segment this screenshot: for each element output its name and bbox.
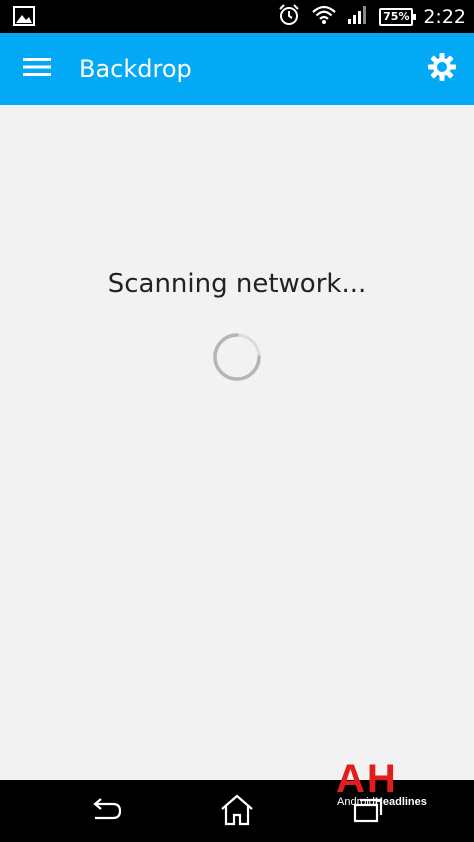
gear-icon <box>427 52 457 86</box>
app-bar: Backdrop <box>0 33 474 105</box>
main-content: Scanning network... <box>0 105 474 780</box>
watermark-word-headlines: Headlines <box>374 796 427 808</box>
back-icon <box>89 797 123 827</box>
settings-button[interactable] <box>424 51 460 87</box>
status-bar: 75% 2:22 <box>0 0 474 33</box>
status-time: 2:22 <box>423 5 466 28</box>
watermark-word-android: Android <box>337 796 375 808</box>
watermark-text: AndroidHeadlines <box>337 796 427 808</box>
signal-icon <box>347 5 369 29</box>
androidheadlines-watermark: AH AndroidHeadlines <box>336 759 436 811</box>
watermark-logo-letters: AH <box>336 757 398 801</box>
home-icon <box>219 794 255 830</box>
menu-button[interactable] <box>16 51 58 87</box>
loading-spinner <box>212 332 262 382</box>
scanning-status-text: Scanning network... <box>107 269 367 299</box>
alarm-icon <box>277 3 301 31</box>
home-button[interactable] <box>215 792 259 832</box>
gallery-notification-icon <box>13 6 35 30</box>
hamburger-menu-icon <box>23 57 51 81</box>
battery-icon: 75% <box>379 7 417 26</box>
wifi-icon <box>311 4 337 30</box>
back-button[interactable] <box>84 792 128 832</box>
app-title: Backdrop <box>79 55 192 83</box>
